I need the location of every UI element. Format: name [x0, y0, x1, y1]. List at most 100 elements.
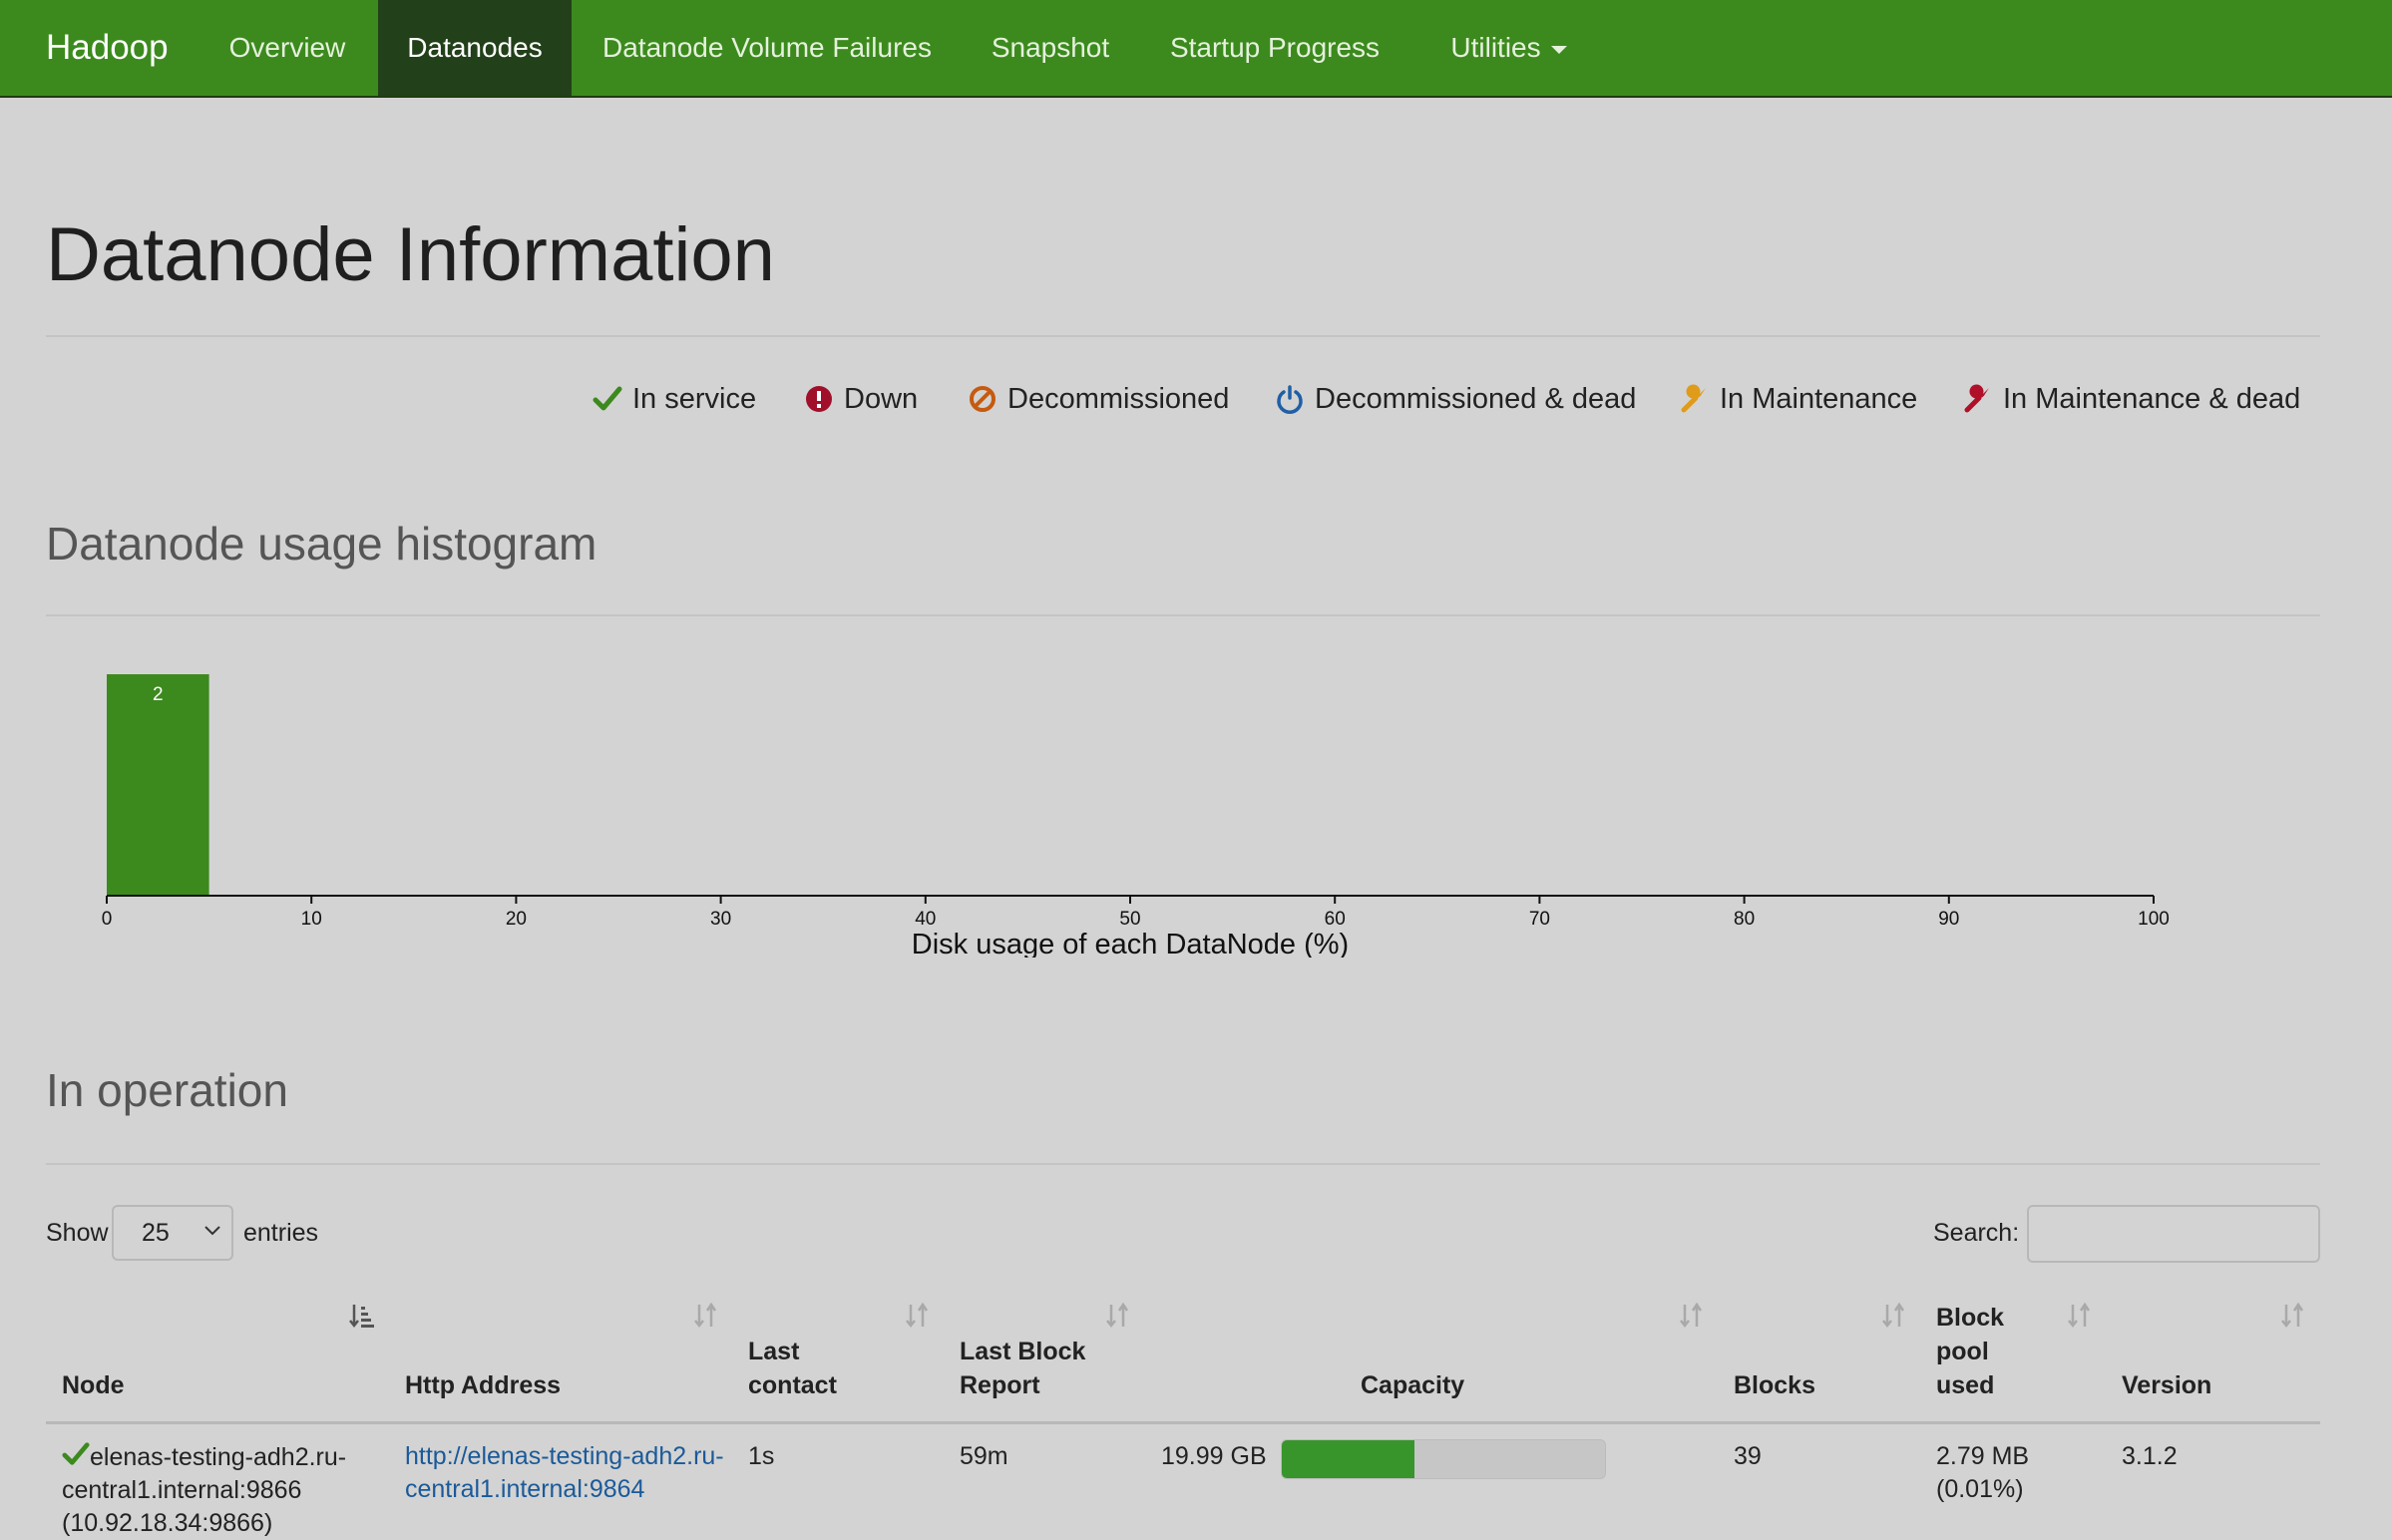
usage-histogram-chart: 20 10 20 30 40 50 60 70 80 90 100Disk usage of eac… — [102, 674, 2170, 958]
brand-link[interactable]: Hadoop — [46, 0, 169, 96]
last-block-report-cell: 59m — [960, 1442, 1008, 1470]
ban-icon — [968, 377, 1001, 421]
x-tick-label: 20 — [506, 909, 527, 930]
col-header-lbr-line2: Report — [960, 1371, 1040, 1399]
col-header-bpu-line1: Block — [1936, 1304, 2005, 1332]
col-header-block-pool-used[interactable]: Block pool used — [1936, 1301, 2004, 1402]
version-cell: 3.1.2 — [2122, 1442, 2178, 1470]
histogram-bar-label: 2 — [153, 684, 164, 705]
col-header-capacity[interactable]: Capacity — [1361, 1368, 1464, 1402]
col-header-last-contact[interactable]: Last contact — [748, 1335, 837, 1402]
block-pool-used-percent: (0.01%) — [1936, 1475, 2024, 1503]
legend-item-decommissioned: Decommissioned — [968, 377, 1229, 421]
page-title: Datanode Information — [46, 212, 775, 297]
search-input[interactable] — [2027, 1205, 2320, 1263]
chevron-down-icon — [204, 1226, 220, 1236]
histogram-title: Datanode usage histogram — [46, 518, 598, 570]
col-header-lbr-line1: Last Block — [960, 1338, 1086, 1365]
histogram-bar — [107, 674, 209, 896]
nav-datanode-volume-failures[interactable]: Datanode Volume Failures — [589, 0, 946, 96]
operation-title: In operation — [46, 1064, 288, 1116]
x-tick-label: 0 — [102, 909, 113, 930]
x-tick-label: 10 — [301, 909, 322, 930]
x-axis-label: Disk usage of each DataNode (%) — [912, 929, 1349, 958]
blocks-cell: 39 — [1734, 1442, 1762, 1470]
sort-both-icon[interactable] — [690, 1301, 720, 1331]
sort-both-icon[interactable] — [1878, 1301, 1908, 1331]
capacity-progress-fill — [1282, 1440, 1414, 1478]
legend-label-decommissioned: Decommissioned — [1007, 383, 1230, 415]
col-header-http-address[interactable]: Http Address — [405, 1368, 561, 1402]
node-ip: (10.92.18.34:9866) — [62, 1509, 273, 1537]
last-contact-cell: 1s — [748, 1442, 775, 1470]
http-address-line1: http://elenas-testing-adh2.ru- — [405, 1442, 724, 1470]
node-name-line1: elenas-testing-adh2.ru- — [90, 1443, 347, 1471]
exclamation-circle-icon — [804, 377, 838, 421]
check-icon — [593, 377, 626, 421]
x-tick-label: 100 — [2138, 909, 2170, 930]
sort-both-icon[interactable] — [2064, 1301, 2094, 1331]
nav-datanodes[interactable]: Datanodes — [378, 0, 572, 96]
search-label: Search: — [1933, 1219, 2020, 1247]
x-tick-label: 50 — [1119, 909, 1140, 930]
col-header-capacity-text: Capacity — [1361, 1371, 1465, 1399]
http-address-link[interactable]: http://elenas-testing-adh2.ru- central1.… — [405, 1440, 734, 1506]
col-header-bpu-line2: pool — [1936, 1338, 1989, 1365]
col-header-bpu-line3: used — [1936, 1371, 1995, 1399]
legend-item-down: Down — [804, 377, 918, 421]
col-header-last-block-report[interactable]: Last Block Report — [960, 1335, 1085, 1402]
sort-both-icon[interactable] — [2277, 1301, 2307, 1331]
nav-utilities-label: Utilities — [1450, 32, 1541, 63]
power-icon — [1275, 377, 1309, 421]
legend-label-in-service: In service — [632, 383, 757, 415]
node-name-line2: central1.internal:9866 — [62, 1476, 302, 1504]
legend-item-in-maintenance: In Maintenance — [1680, 377, 1917, 421]
block-pool-used-size: 2.79 MB — [1936, 1442, 2030, 1470]
wrench-icon — [1680, 377, 1714, 421]
col-header-version[interactable]: Version — [2122, 1368, 2211, 1402]
x-tick-label: 30 — [710, 909, 731, 930]
operation-divider — [46, 1163, 2320, 1165]
nav-snapshot[interactable]: Snapshot — [973, 0, 1128, 96]
legend-item-decommissioned-dead: Decommissioned & dead — [1275, 377, 1636, 421]
histogram-divider — [46, 614, 2320, 616]
col-header-blocks-text: Blocks — [1734, 1371, 1815, 1399]
sort-both-icon[interactable] — [902, 1301, 932, 1331]
sort-both-icon[interactable] — [1676, 1301, 1706, 1331]
entries-label: entries — [243, 1219, 319, 1247]
check-icon — [62, 1442, 90, 1465]
legend-label-in-maintenance: In Maintenance — [1720, 383, 1918, 415]
col-header-http-text: Http Address — [405, 1371, 562, 1399]
col-header-last-contact-line2: contact — [748, 1371, 837, 1399]
block-pool-used-cell: 2.79 MB (0.01%) — [1936, 1440, 2029, 1506]
nav-utilities-dropdown[interactable]: Utilities — [1426, 0, 1591, 96]
col-header-node[interactable]: Node — [62, 1368, 125, 1402]
sort-both-icon[interactable] — [1102, 1301, 1132, 1331]
legend-item-in-maintenance-dead: In Maintenance & dead — [1963, 377, 2300, 421]
wrench-icon — [1963, 377, 1997, 421]
x-tick-label: 70 — [1529, 909, 1550, 930]
legend-item-in-service: In service — [593, 377, 756, 421]
nav-startup-progress[interactable]: Startup Progress — [1155, 0, 1395, 96]
table-header-divider — [46, 1421, 2320, 1424]
capacity-progress-bar — [1281, 1439, 1606, 1479]
x-tick-label: 40 — [915, 909, 936, 930]
page-size-value: 25 — [142, 1219, 170, 1247]
col-header-blocks[interactable]: Blocks — [1734, 1368, 1815, 1402]
nav-overview[interactable]: Overview — [211, 0, 363, 96]
http-address-cell: http://elenas-testing-adh2.ru- central1.… — [405, 1440, 734, 1506]
top-navbar: Hadoop Overview Datanodes Datanode Volum… — [0, 0, 2392, 98]
node-cell: elenas-testing-adh2.ru- central1.interna… — [62, 1440, 391, 1540]
page-size-select[interactable]: 25 — [112, 1205, 233, 1261]
sort-ascending-icon[interactable] — [347, 1301, 377, 1331]
x-tick-label: 80 — [1734, 909, 1755, 930]
capacity-value: 19.99 GB — [1161, 1442, 1267, 1470]
legend-label-down: Down — [844, 383, 919, 415]
http-address-line2: central1.internal:9864 — [405, 1475, 645, 1503]
col-header-last-contact-line1: Last — [748, 1338, 800, 1365]
legend-label-in-maintenance-dead: In Maintenance & dead — [2003, 383, 2301, 415]
legend-label-decommissioned-dead: Decommissioned & dead — [1315, 383, 1637, 415]
col-header-node-text: Node — [62, 1371, 125, 1399]
show-label: Show — [46, 1219, 109, 1247]
x-tick-label: 60 — [1325, 909, 1346, 930]
